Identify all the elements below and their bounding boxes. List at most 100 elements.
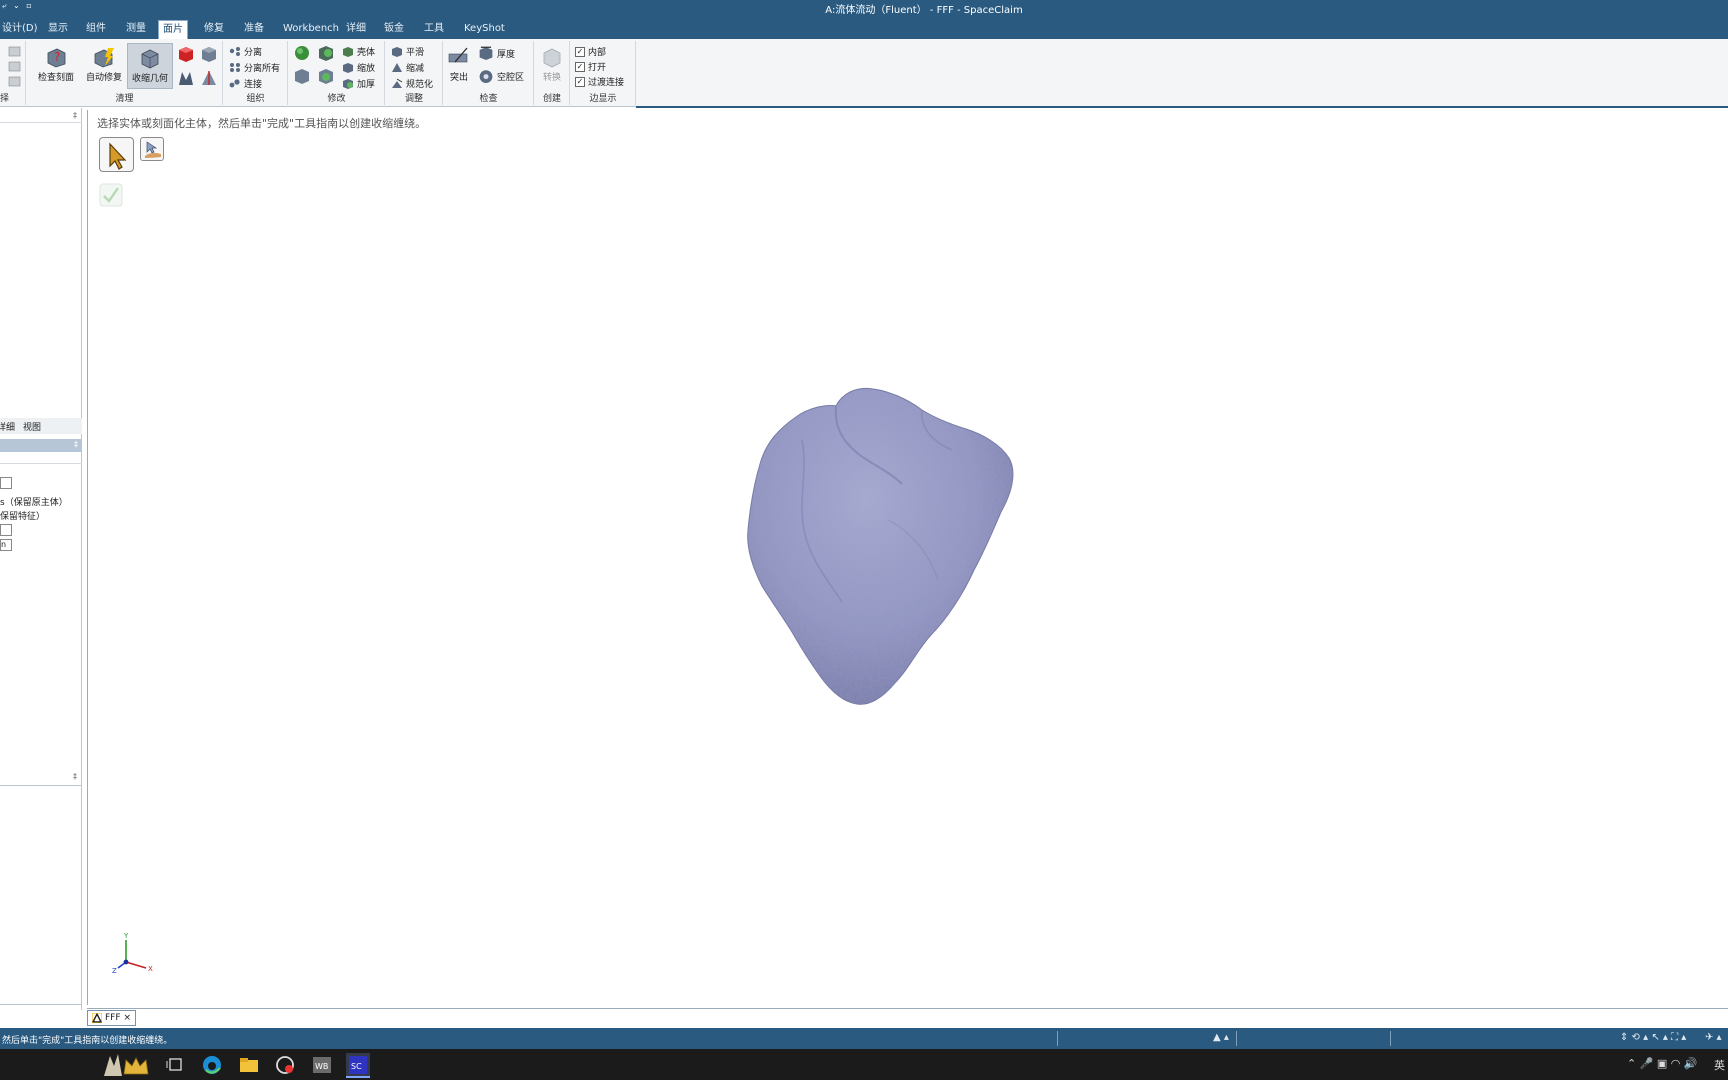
shrink-label: 缩放 — [357, 63, 376, 74]
svg-text:SC: SC — [351, 1062, 362, 1071]
mesh-fold-icon[interactable] — [177, 69, 195, 87]
workbench-icon[interactable]: WB — [308, 1052, 336, 1078]
tab-workbench[interactable]: Workbench — [279, 20, 343, 39]
mesh-green-box-icon[interactable] — [317, 67, 335, 85]
edge-display-group-label: 边显示 — [589, 94, 617, 104]
tab-prepare[interactable]: 准备 — [240, 20, 268, 39]
shrinkwrap-button[interactable]: 收缩几何 — [127, 43, 173, 89]
tab-detail-panel[interactable]: 详细 — [0, 420, 15, 433]
transition-label: 过渡连接 — [588, 78, 625, 88]
option-field-3[interactable]: n — [0, 539, 12, 551]
tab-measure[interactable]: 测量 — [122, 20, 150, 39]
task-view-icon[interactable] — [162, 1052, 190, 1078]
windows-taskbar: WB SC ⌃ 🎤 ▣ ◠ 🔊 英 — [0, 1049, 1728, 1080]
cavity-button[interactable]: 空腔区 — [478, 69, 524, 83]
design-viewport[interactable]: 选择实体或刻面化主体，然后单击"完成"工具指南以创建收缩缠绕。 Y X Z — [87, 110, 1728, 1005]
transition-check-mark: ✓ — [575, 76, 585, 87]
connect-button[interactable]: 连接 — [229, 76, 262, 90]
inspect-group: 突出 厚度 空腔区 检查 — [444, 41, 534, 105]
status-separator — [1390, 1031, 1391, 1046]
protrude-icon — [448, 47, 468, 63]
flatten-label: 平滑 — [406, 47, 425, 58]
green-mesh-icon[interactable] — [293, 44, 311, 62]
spaceclaim-icon[interactable]: SC — [344, 1052, 372, 1078]
option-field-2[interactable] — [0, 524, 12, 536]
option-keep-features[interactable]: 保留特征） — [0, 509, 45, 522]
flatten-button[interactable]: 平滑 — [391, 44, 424, 58]
normalize-button[interactable]: 规范化 — [391, 76, 433, 90]
options-divider — [0, 463, 82, 464]
separate-all-icon — [230, 62, 240, 72]
cavity-icon — [479, 70, 493, 83]
transition-checkbox[interactable]: ✓ 过渡连接 — [575, 75, 624, 88]
adjust-group: 平滑 缩减 规范化 调整 — [386, 41, 443, 105]
select-faceted-tool[interactable] — [140, 137, 164, 161]
mesh-spike-icon[interactable] — [200, 69, 218, 87]
tab-sheet-metal[interactable]: 钣金 — [380, 20, 408, 39]
separate-all-label: 分离所有 — [244, 63, 281, 74]
thicken-button[interactable]: 加厚 — [342, 76, 375, 90]
separate-label: 分离 — [244, 47, 263, 58]
tab-keyshot[interactable]: KeyShot — [460, 20, 509, 39]
tab-detail[interactable]: 详细 — [342, 20, 370, 39]
separate-button[interactable]: 分离 — [229, 44, 262, 58]
faceted-rock-model[interactable] — [738, 380, 1078, 750]
separate-all-button[interactable]: 分离所有 — [229, 60, 280, 74]
document-tab-fff[interactable]: FFF × — [87, 1010, 137, 1026]
open-checkbox[interactable]: ✓ 打开 — [575, 60, 606, 73]
protrude-button[interactable]: 突出 — [444, 43, 474, 89]
select-tools-icon[interactable] — [8, 45, 22, 87]
shrink-button[interactable]: 缩放 — [342, 60, 375, 74]
shrinkwrap-label: 收缩几何 — [131, 74, 168, 84]
tab-view-panel[interactable]: 视图 — [23, 420, 41, 433]
title-bar: ⤶ ⌄ ▫ A:流体流动（Fluent） - FFF - SpaceClaim — [0, 0, 1728, 16]
ansys-logo-icon — [92, 1013, 102, 1023]
complete-tool[interactable] — [99, 183, 123, 207]
tab-assembly[interactable]: 组件 — [82, 20, 110, 39]
panel-divider — [0, 122, 82, 123]
mesh-box-icon[interactable] — [293, 67, 311, 85]
tray-icons[interactable]: ⌃ 🎤 ▣ ◠ 🔊 — [1627, 1057, 1698, 1070]
recorder-app-icon[interactable] — [271, 1052, 299, 1078]
select-body-tool[interactable] — [99, 137, 134, 172]
convert-button[interactable]: 转换 — [535, 43, 569, 89]
checkmark-icon — [99, 183, 123, 207]
options-pin-icon[interactable]: ‡ — [74, 440, 78, 449]
options-header: ‡ — [0, 439, 82, 452]
lower-panel-pin-icon[interactable]: ‡ — [73, 772, 77, 781]
tab-design[interactable]: 设计(D) — [0, 20, 42, 39]
open-label: 打开 — [588, 63, 607, 73]
status-tools-icon[interactable]: ⇕ ⟲ ▴ ↖ ▴ ⛶ ▴ — [1620, 1032, 1686, 1043]
gray-cube-icon[interactable] — [200, 45, 218, 63]
tab-display[interactable]: 显示 — [44, 20, 72, 39]
warning-icon[interactable]: ▲ ▴ — [1213, 1032, 1229, 1043]
tool-hint-text: 选择实体或刻面化主体，然后单击"完成"工具指南以创建收缩缠绕。 — [97, 117, 427, 130]
option-keep-original[interactable]: s（保留原主体） — [0, 495, 68, 508]
tab-repair[interactable]: 修复 — [200, 20, 228, 39]
tab-facets[interactable]: 面片 — [158, 20, 188, 39]
svg-text:WB: WB — [315, 1062, 328, 1071]
normalize-icon — [392, 78, 403, 88]
file-explorer-icon[interactable] — [235, 1052, 263, 1078]
close-icon[interactable]: × — [124, 1013, 132, 1023]
auto-fix-button[interactable]: 自动修复 — [81, 43, 127, 89]
edge-browser-icon[interactable] — [198, 1052, 226, 1078]
shell-button[interactable]: 壳体 — [342, 44, 375, 58]
x-axis-line — [125, 961, 147, 969]
arrow-cursor-icon — [109, 142, 127, 170]
interior-checkbox[interactable]: ✓ 内部 — [575, 45, 606, 58]
red-cube-icon[interactable] — [177, 45, 195, 63]
spaceclaim-window: ⤶ ⌄ ▫ A:流体流动（Fluent） - FFF - SpaceClaim … — [0, 0, 1728, 1080]
option-field-1[interactable] — [0, 477, 12, 489]
reduce-button[interactable]: 缩减 — [391, 60, 424, 74]
pinned-app-icon[interactable] — [100, 1052, 152, 1078]
green-mesh-2-icon[interactable] — [317, 44, 335, 62]
document-tab-label: FFF — [105, 1013, 121, 1023]
tab-tools[interactable]: 工具 — [420, 20, 448, 39]
document-tab-strip: FFF × — [87, 1008, 1728, 1027]
ime-indicator[interactable]: 英 — [1714, 1057, 1725, 1073]
check-facets-button[interactable]: ? 检查刻面 — [31, 43, 81, 89]
thickness-button[interactable]: 厚度 — [478, 46, 515, 60]
status-nav-icon[interactable]: ✈ ▴ — [1705, 1032, 1722, 1043]
panel-pin-icon[interactable]: ‡ — [73, 111, 77, 120]
